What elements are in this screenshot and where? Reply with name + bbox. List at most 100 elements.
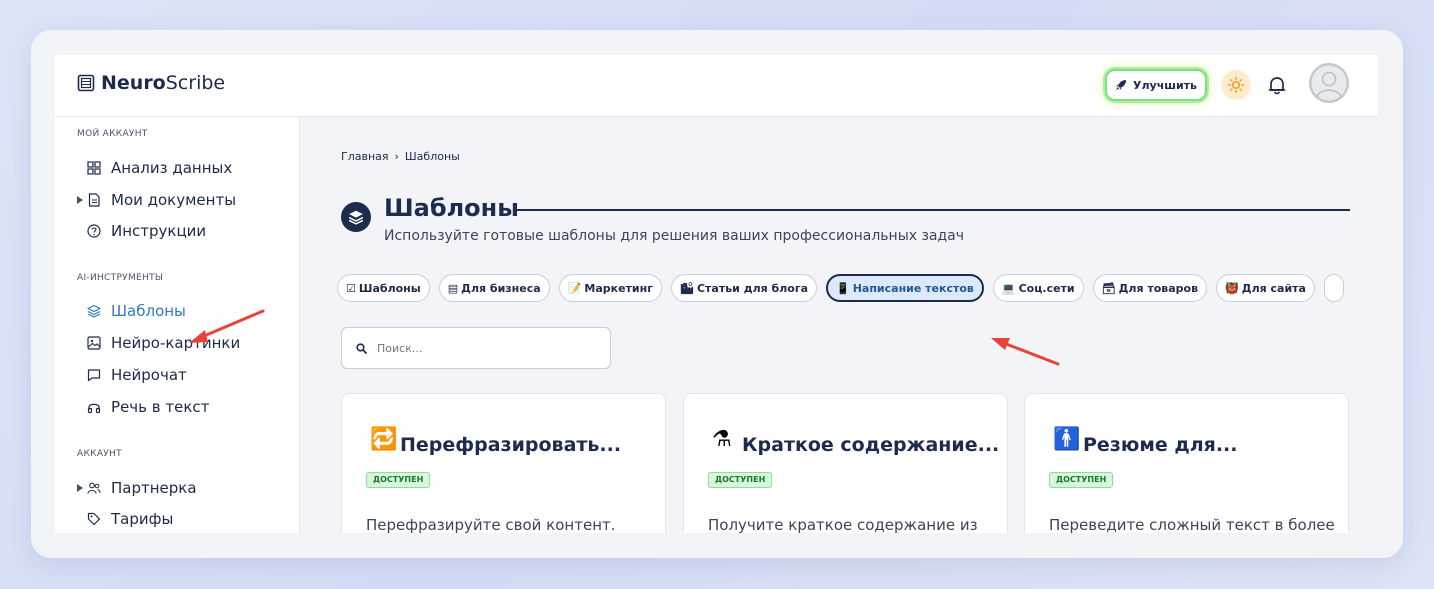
sidebar-item-neurochat[interactable]: Нейрочат bbox=[87, 366, 187, 384]
sidebar-item-label: Речь в текст bbox=[111, 398, 210, 416]
chip-more[interactable] bbox=[1323, 274, 1344, 302]
card-description: Переведите сложный текст в более bbox=[1049, 516, 1335, 533]
template-card-paraphrase[interactable]: 🔁 Перефразировать... ДОСТУПЕН Перефразир… bbox=[341, 393, 666, 533]
grid-icon bbox=[87, 161, 101, 175]
sidebar: МОЙ АККАУНТ Анализ данных Мои документы bbox=[55, 117, 300, 533]
card-title: Резюме для... bbox=[1083, 434, 1238, 456]
breadcrumb-current: Шаблоны bbox=[404, 150, 460, 163]
sidebar-item-label: Инструкции bbox=[111, 222, 207, 240]
sidebar-item-partners[interactable]: Партнерка bbox=[87, 479, 197, 497]
chip-label: Для товаров bbox=[1118, 281, 1199, 295]
chip-text-writing[interactable]: 📱 Написание текстов bbox=[826, 274, 984, 302]
card-description: Получите краткое содержание из bbox=[708, 516, 978, 533]
caret-right-icon[interactable] bbox=[77, 484, 83, 492]
sidebar-item-templates[interactable]: Шаблоны bbox=[87, 302, 186, 320]
rocket-icon bbox=[1116, 80, 1126, 90]
sidebar-item-label: Мои документы bbox=[111, 191, 237, 209]
template-card-summary[interactable]: ⚗ Краткое содержание... ДОСТУПЕН Получит… bbox=[683, 393, 1008, 533]
template-card-resume[interactable]: 🚹 Резюме для... ДОСТУПЕН Переведите слож… bbox=[1024, 393, 1349, 533]
theme-toggle-button[interactable] bbox=[1221, 70, 1251, 100]
alembic-icon: ⚗ bbox=[712, 427, 732, 452]
caret-right-icon[interactable] bbox=[77, 196, 83, 204]
mask-icon: 👹 bbox=[1225, 281, 1239, 295]
section-label-ai-tools: AI-ИНСТРУМЕНТЫ bbox=[77, 273, 164, 283]
title-divider bbox=[513, 209, 1350, 211]
search-field[interactable] bbox=[341, 327, 611, 369]
sidebar-item-label: Анализ данных bbox=[111, 159, 233, 177]
templates-title-icon bbox=[341, 202, 371, 232]
chip-label: Шаблоны bbox=[358, 281, 421, 295]
tag-icon bbox=[87, 512, 101, 526]
cityscape-icon: 🏙 bbox=[679, 281, 694, 295]
chip-blog-articles[interactable]: 🏙 Статьи для блога bbox=[670, 274, 817, 302]
sidebar-item-label: Партнерка bbox=[111, 479, 197, 497]
person-icon: 🚹 bbox=[1053, 427, 1081, 452]
upgrade-button[interactable]: Улучшить bbox=[1105, 69, 1207, 101]
chip-social-media[interactable]: 💻 Соц.сети bbox=[992, 274, 1084, 302]
mobile-phone-icon: 📱 bbox=[836, 281, 850, 295]
sidebar-item-instructions[interactable]: Инструкции bbox=[87, 222, 206, 240]
layers-icon bbox=[348, 210, 364, 225]
upgrade-label: Улучшить bbox=[1133, 78, 1197, 92]
sidebar-item-data-analysis[interactable]: Анализ данных bbox=[87, 159, 232, 177]
card-title: Краткое содержание... bbox=[742, 434, 1000, 456]
status-badge: ДОСТУПЕН bbox=[708, 472, 773, 488]
sidebar-item-label: Нейрочат bbox=[111, 366, 187, 384]
sidebar-item-speech-to-text[interactable]: Речь в текст bbox=[87, 398, 209, 416]
sidebar-item-neuro-images[interactable]: Нейро-картинки bbox=[87, 334, 240, 352]
status-badge: ДОСТУПЕН bbox=[366, 472, 431, 488]
card-box-icon: 🗃 bbox=[1101, 281, 1116, 295]
chip-label: Маркетинг bbox=[584, 281, 653, 295]
sidebar-item-label: Нейро-картинки bbox=[111, 334, 241, 352]
laptop-icon: 💻 bbox=[1001, 281, 1016, 295]
section-label-account: АККАУНТ bbox=[77, 449, 122, 459]
chip-label: Написание текстов bbox=[852, 281, 974, 295]
chip-label: Для сайта bbox=[1241, 281, 1306, 295]
top-header: NeuroScribe Улучшить bbox=[55, 55, 1378, 117]
chip-products[interactable]: 🗃 Для товаров bbox=[1092, 274, 1208, 302]
page-title: Шаблоны bbox=[384, 194, 519, 222]
screenshot-frame: NeuroScribe Улучшить МОЙ АККАУНТ Анализ … bbox=[31, 30, 1403, 558]
repeat-icon: 🔁 bbox=[370, 427, 398, 452]
main-content: Главная › Шаблоны Шаблоны Используйте го… bbox=[300, 117, 1378, 533]
sidebar-item-label: Тарифы bbox=[111, 510, 174, 528]
logo[interactable]: NeuroScribe bbox=[77, 72, 225, 94]
chip-templates[interactable]: ☑ Шаблоны bbox=[337, 274, 430, 302]
chip-business[interactable]: ▤ Для бизнеса bbox=[438, 274, 550, 302]
logo-text: NeuroScribe bbox=[101, 72, 226, 94]
sidebar-item-label: Шаблоны bbox=[111, 302, 186, 320]
users-icon bbox=[87, 482, 101, 494]
chip-website[interactable]: 👹 Для сайта bbox=[1216, 274, 1315, 302]
bell-icon[interactable] bbox=[1266, 74, 1288, 96]
sidebar-item-my-documents[interactable]: Мои документы bbox=[87, 191, 236, 209]
layers-icon bbox=[87, 304, 101, 318]
calendar-icon: ▤ bbox=[447, 281, 459, 295]
chip-label: Соц.сети bbox=[1018, 281, 1075, 295]
breadcrumb: Главная › Шаблоны bbox=[341, 150, 460, 163]
chip-label: Статьи для блога bbox=[696, 281, 808, 295]
card-description: Перефразируйте свой контент. bbox=[366, 516, 616, 533]
chip-marketing[interactable]: 📝 Маркетинг bbox=[558, 274, 662, 302]
page-subtitle: Используйте готовые шаблоны для решения … bbox=[384, 228, 965, 244]
search-icon bbox=[356, 342, 367, 354]
help-circle-icon bbox=[87, 224, 101, 238]
card-title: Перефразировать... bbox=[400, 434, 622, 456]
document-icon bbox=[88, 193, 100, 207]
avatar[interactable] bbox=[1309, 63, 1349, 103]
breadcrumb-separator: › bbox=[394, 150, 399, 163]
sidebar-item-tariffs[interactable]: Тарифы bbox=[87, 510, 173, 528]
status-badge: ДОСТУПЕН bbox=[1049, 472, 1114, 488]
image-icon bbox=[87, 336, 101, 350]
chat-icon bbox=[87, 369, 101, 382]
checkbox-icon: ☑ bbox=[346, 281, 356, 295]
chip-label: Для бизнеса bbox=[461, 281, 541, 295]
breadcrumb-home[interactable]: Главная bbox=[341, 150, 389, 163]
headphones-icon bbox=[87, 403, 101, 414]
app-window: NeuroScribe Улучшить МОЙ АККАУНТ Анализ … bbox=[55, 55, 1378, 533]
user-avatar-icon bbox=[1309, 63, 1349, 103]
category-chips: ☑ Шаблоны ▤ Для бизнеса 📝 Маркетинг 🏙 Статьи… bbox=[337, 274, 1344, 302]
sun-icon bbox=[1227, 76, 1245, 94]
search-input[interactable] bbox=[377, 341, 597, 355]
memo-icon: 📝 bbox=[567, 281, 582, 295]
logo-icon bbox=[77, 74, 95, 92]
